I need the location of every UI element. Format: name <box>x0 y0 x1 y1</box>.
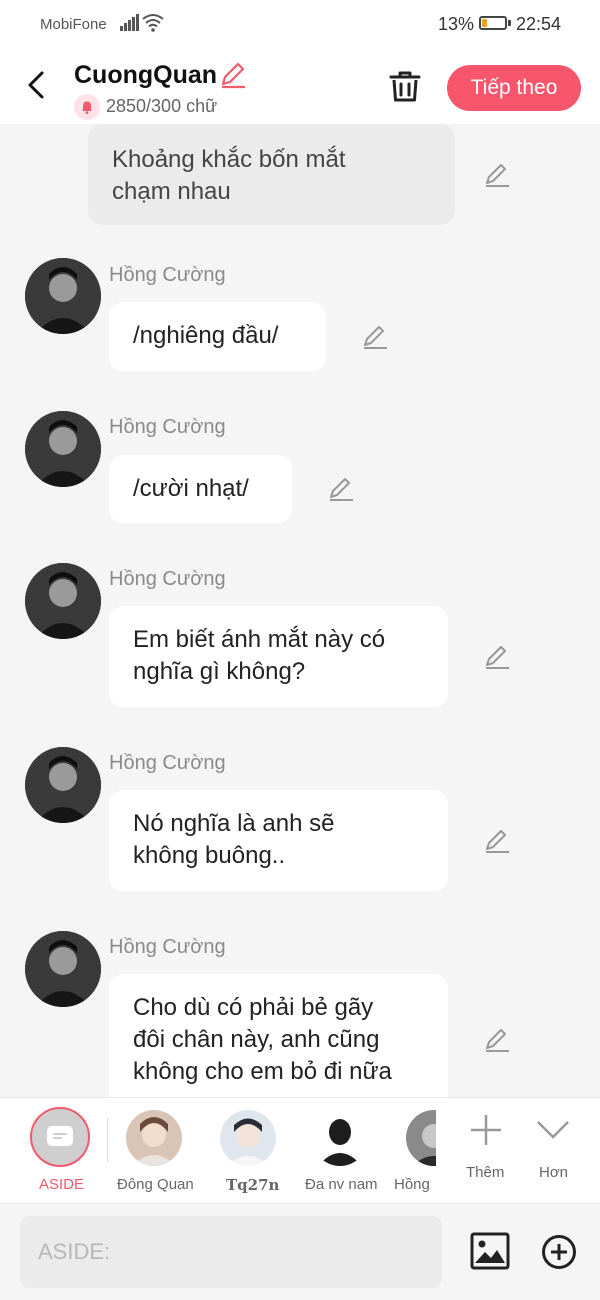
sender-name: Hồng Cường <box>109 568 226 590</box>
silhouette-avatar-icon[interactable] <box>312 1110 368 1166</box>
battery-tip <box>508 20 511 26</box>
message-line: Em biết ánh mắt này có <box>133 626 386 653</box>
avatar[interactable] <box>25 563 101 639</box>
battery-icon <box>479 16 507 30</box>
chevron-down-icon[interactable] <box>535 1116 571 1142</box>
edit-message-icon[interactable] <box>361 323 389 351</box>
bell-icon <box>74 94 100 120</box>
signal-icon <box>120 14 139 31</box>
message-line: Khoảng khắc bốn mắt <box>112 146 346 173</box>
clock: 22:54 <box>516 14 562 34</box>
edit-title-icon[interactable] <box>218 60 248 90</box>
story-title: CuongQuan <box>74 61 218 89</box>
plus-circle-icon[interactable] <box>541 1234 577 1270</box>
message-bubble[interactable]: Nó nghĩa là anh sẽ không buông.. <box>109 790 448 891</box>
sender-name: Hồng Cường <box>109 264 226 286</box>
trash-icon[interactable] <box>387 68 423 104</box>
message-line: chạm nhau <box>112 178 231 205</box>
input-bar <box>0 1204 600 1300</box>
message-bubble[interactable]: Cho dù có phải bẻ gãy đôi chân này, anh … <box>109 974 448 1097</box>
message-line: nghĩa gì không? <box>133 658 306 685</box>
next-button[interactable]: Tiếp theo <box>447 65 581 111</box>
message-line: Cho dù có phải bẻ gãy <box>133 994 374 1021</box>
message-bubble[interactable]: /cười nhạt/ <box>109 455 292 523</box>
message-line: không cho em bỏ đi nữa <box>133 1058 392 1085</box>
avatar[interactable] <box>25 931 101 1007</box>
character-avatar-dong-quan[interactable] <box>126 1110 182 1166</box>
sender-name: Hồng Cường <box>109 936 226 958</box>
edit-message-icon[interactable] <box>327 475 355 503</box>
message-input[interactable] <box>20 1216 442 1288</box>
avatar[interactable] <box>25 747 101 823</box>
carrier-name: MobiFone <box>40 16 107 33</box>
sender-name: Hồng Cường <box>109 416 226 438</box>
message-line: Nó nghĩa là anh sẽ <box>133 810 335 837</box>
message-line: /cười nhạt/ <box>133 475 249 502</box>
character-avatar-hong[interactable] <box>406 1110 436 1166</box>
character-label: Tq27n <box>226 1176 280 1194</box>
battery-percent: 13% <box>438 14 475 34</box>
add-character-icon[interactable] <box>468 1112 504 1148</box>
header: CuongQuan 2850/300 chữ Tiếp theo <box>0 52 600 124</box>
sender-name: Hồng Cường <box>109 752 226 774</box>
divider <box>107 1118 108 1162</box>
character-avatar-tq27n[interactable] <box>220 1110 276 1166</box>
edit-message-icon[interactable] <box>483 643 511 671</box>
edit-message-icon[interactable] <box>483 827 511 855</box>
edit-message-icon[interactable] <box>483 161 511 189</box>
image-icon[interactable] <box>470 1232 510 1270</box>
message-bubble[interactable]: Em biết ánh mắt này có nghĩa gì không? <box>109 606 448 707</box>
add-character-label: Thêm <box>466 1164 505 1181</box>
status-bar: MobiFone 13% 22:54 <box>0 0 600 52</box>
character-label-aside: ASIDE <box>39 1176 85 1193</box>
avatar[interactable] <box>25 258 101 334</box>
character-label: Đa nv nam <box>305 1176 378 1193</box>
message-line: đôi chân này, anh cũng <box>133 1026 380 1053</box>
character-label: Đông Quan <box>117 1176 194 1193</box>
wifi-icon <box>142 14 164 32</box>
character-bar: ASIDE Đông Quan Tq27n Đa nv nam Hồng Thê… <box>0 1097 600 1204</box>
word-count: 2850/300 chữ <box>106 96 218 116</box>
chat-area[interactable]: Khoảng khắc bốn mắt chạm nhau Hồng Cường… <box>0 124 600 1097</box>
more-label: Hơn <box>539 1164 569 1181</box>
aside-icon[interactable] <box>30 1107 90 1167</box>
back-arrow-icon[interactable] <box>22 70 52 100</box>
narration-bubble[interactable]: Khoảng khắc bốn mắt chạm nhau <box>88 124 455 225</box>
edit-message-icon[interactable] <box>483 1026 511 1054</box>
message-line: không buông.. <box>133 842 286 869</box>
message-bubble[interactable]: /nghiêng đầu/ <box>109 302 326 371</box>
message-line: /nghiêng đầu/ <box>133 322 279 349</box>
avatar[interactable] <box>25 411 101 487</box>
character-label: Hồng <box>394 1176 430 1193</box>
